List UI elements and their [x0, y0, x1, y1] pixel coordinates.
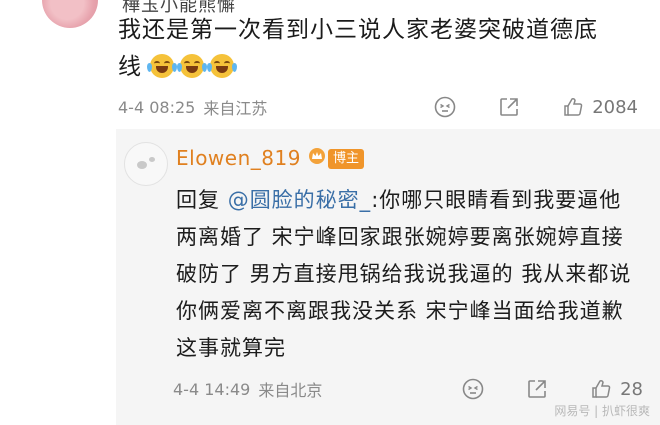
- reply-time: 4-4 14:49: [173, 379, 251, 399]
- reply-username[interactable]: Elowen_819: [176, 146, 301, 170]
- like-count: 2084: [592, 96, 638, 118]
- comment-text: 我还是第一次看到小三说人家老婆突破道德底线: [118, 12, 618, 86]
- reply-avatar[interactable]: [124, 142, 168, 186]
- comment-source: 来自江苏: [203, 99, 268, 118]
- face-icon: [434, 96, 456, 118]
- thumbs-up-icon: [564, 97, 583, 116]
- share-button[interactable]: [526, 378, 548, 400]
- share-button[interactable]: [498, 96, 520, 118]
- like-count: 28: [620, 378, 643, 400]
- blogger-badge: 博主: [328, 149, 365, 169]
- crown-icon: [309, 148, 325, 164]
- laugh-cry-emoji: [147, 54, 178, 78]
- like-button[interactable]: 28: [590, 378, 643, 400]
- share-icon: [528, 380, 546, 398]
- reply-source: 来自北京: [258, 381, 323, 400]
- comment-meta-row: 4-4 08:25 来自江苏 2084: [118, 92, 638, 122]
- reply-prefix: 回复: [176, 188, 220, 212]
- laugh-cry-emoji: [207, 54, 238, 78]
- comment-time: 4-4 08:25: [118, 97, 196, 117]
- commenter-avatar[interactable]: [42, 0, 98, 28]
- share-icon: [500, 98, 518, 116]
- thumbs-up-icon: [592, 379, 611, 398]
- comment-actions: 2084: [434, 96, 638, 118]
- watermark: 网易号 | 扒虾很爽: [554, 404, 650, 418]
- emoji-react-button[interactable]: [434, 96, 456, 118]
- reply-actions: 28: [462, 378, 643, 400]
- like-button[interactable]: 2084: [562, 96, 638, 118]
- reply-meta-row: 4-4 14:49 来自北京 28: [173, 374, 643, 404]
- face-icon: [462, 378, 484, 400]
- laugh-cry-emoji: [177, 54, 208, 78]
- mention-link[interactable]: @圆脸的秘密_: [228, 188, 372, 212]
- reply-body: :你哪只眼睛看到我要逼他两离婚了 宋宁峰回家跟张婉婷要离张婉婷直接破防了 男方直…: [176, 188, 632, 360]
- emoji-react-button[interactable]: [462, 378, 484, 400]
- reply-text: 回复 @圆脸的秘密_:你哪只眼睛看到我要逼他两离婚了 宋宁峰回家跟张婉婷要离张婉…: [176, 182, 636, 367]
